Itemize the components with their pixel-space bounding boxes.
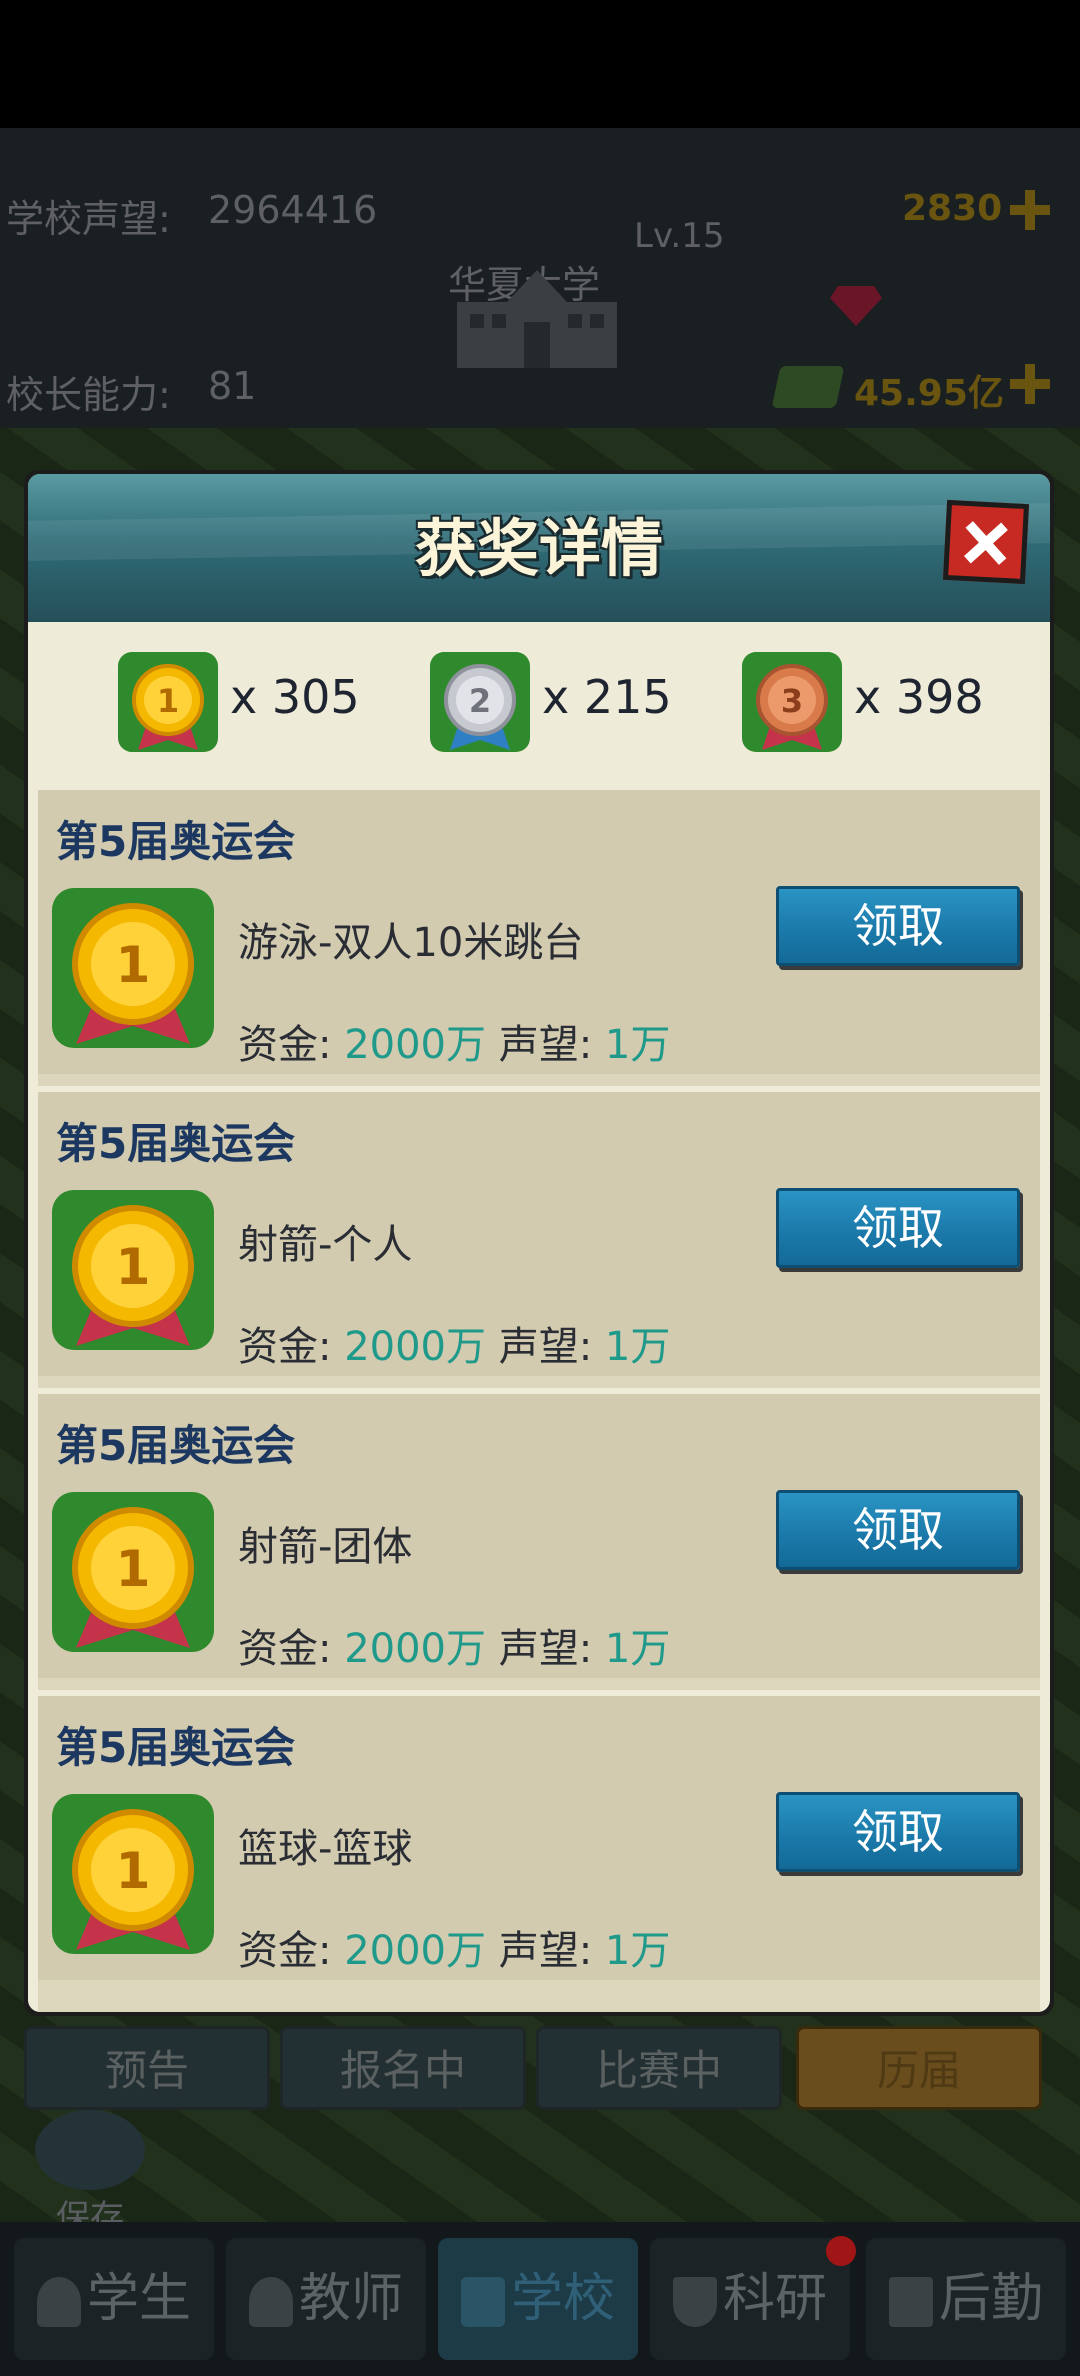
award-card: 第5届奥运会 1 篮球-篮球 资金: 2000万 声望: 1万 领取: [38, 1690, 1040, 1980]
games-title: 第5届奥运会: [56, 1421, 296, 1470]
save-button[interactable]: 保存: [28, 2110, 152, 2238]
claim-button[interactable]: 领取: [776, 1490, 1020, 1570]
award-list[interactable]: 第5届奥运会 1 游泳-双人10米跳台 资金: 2000万 声望: 1万 领取: [38, 784, 1040, 2012]
clipboard-icon: [888, 2277, 933, 2327]
school-building-icon[interactable]: [452, 262, 622, 372]
reputation-reward: 1万: [604, 1324, 671, 1370]
gold-count: x 305: [230, 670, 360, 724]
award-card: 第5届奥运会 1 射箭-团体 资金: 2000万 声望: 1万 领取: [38, 1388, 1040, 1678]
nav-logistics[interactable]: 后勤: [866, 2238, 1066, 2360]
silver-count: x 215: [542, 670, 672, 724]
student-icon: [36, 2277, 81, 2327]
claim-button[interactable]: 领取: [776, 886, 1020, 966]
reputation-reward: 1万: [604, 1022, 671, 1068]
reputation-reward: 1万: [604, 1626, 671, 1672]
reward-line: 资金: 2000万 声望: 1万: [238, 1022, 671, 1068]
games-title: 第5届奥运会: [56, 1723, 296, 1772]
gem-count: 2830: [902, 188, 1003, 229]
gold-medal-icon: 1: [52, 1794, 214, 1954]
games-title: 第5届奥运会: [56, 817, 296, 866]
bronze-medal-icon: 3: [742, 652, 842, 752]
reward-line: 资金: 2000万 声望: 1万: [238, 1928, 671, 1974]
reputation-label: 学校声望:: [6, 197, 171, 241]
bottom-navigation: 学生 教师 学校 科研 后勤: [0, 2222, 1080, 2376]
notification-badge: [826, 2236, 856, 2266]
gold-medal-icon: 1: [52, 888, 214, 1048]
school-icon: [460, 2277, 505, 2327]
gold-medal-icon: 1: [118, 652, 218, 752]
tab-in-progress[interactable]: 比赛中: [536, 2026, 782, 2110]
nav-students[interactable]: 学生: [14, 2238, 214, 2360]
save-icon: [35, 2110, 145, 2190]
ability-value: 81: [208, 364, 257, 408]
add-money-icon[interactable]: [1010, 364, 1050, 404]
close-button[interactable]: [942, 499, 1030, 585]
svg-text:1: 1: [116, 1842, 151, 1900]
dialog-title: 获奖详情: [414, 512, 663, 585]
fund-value: 2000万: [344, 1022, 486, 1068]
fund-value: 2000万: [344, 1626, 486, 1672]
svg-text:1: 1: [116, 1540, 151, 1598]
nav-research[interactable]: 科研: [650, 2238, 850, 2360]
claim-button[interactable]: 领取: [776, 1792, 1020, 1872]
money-count: 45.95亿: [854, 373, 1004, 414]
event-name: 游泳-双人10米跳台: [238, 920, 584, 966]
fund-value: 2000万: [344, 1324, 486, 1370]
reputation-value: 2964416: [208, 188, 378, 232]
gold-medal-icon: 1: [52, 1492, 214, 1652]
tab-registering[interactable]: 报名中: [280, 2026, 526, 2110]
event-name: 射箭-个人: [238, 1222, 413, 1268]
status-bar-area: [0, 0, 1080, 128]
svg-text:1: 1: [157, 682, 179, 720]
claim-button[interactable]: 领取: [776, 1188, 1020, 1268]
event-name: 射箭-团体: [238, 1524, 413, 1570]
svg-text:1: 1: [116, 1238, 151, 1296]
gold-medal-icon: 1: [52, 1190, 214, 1350]
bronze-summary: 3 x 398: [742, 652, 984, 752]
games-title: 第5届奥运会: [56, 1119, 296, 1168]
silver-summary: 2 x 215: [430, 652, 672, 752]
dialog-header: 获奖详情: [28, 474, 1050, 622]
event-name: 篮球-篮球: [238, 1826, 413, 1872]
bronze-count: x 398: [854, 670, 984, 724]
teacher-icon: [248, 2277, 293, 2327]
flask-icon: [672, 2277, 717, 2327]
reward-line: 资金: 2000万 声望: 1万: [238, 1324, 671, 1370]
fund-value: 2000万: [344, 1928, 486, 1974]
medal-summary: 1 x 305 2 x 215 3 x 398: [28, 622, 1050, 772]
svg-text:3: 3: [781, 682, 803, 720]
award-details-dialog: 获奖详情 1 x 305 2 x 215 3 x 398 第5届奥运会 1 游泳…: [24, 470, 1054, 2016]
svg-text:2: 2: [469, 682, 491, 720]
nav-teachers[interactable]: 教师: [226, 2238, 426, 2360]
award-card: 第5届奥运会 1 射箭-个人 资金: 2000万 声望: 1万 领取: [38, 1086, 1040, 1376]
gold-summary: 1 x 305: [118, 652, 360, 752]
tab-preview[interactable]: 预告: [24, 2026, 270, 2110]
reputation-reward: 1万: [604, 1928, 671, 1974]
gem-icon: [830, 286, 882, 326]
tab-history[interactable]: 历届: [796, 2026, 1042, 2110]
award-card: 第5届奥运会 1 游泳-双人10米跳台 资金: 2000万 声望: 1万 领取: [38, 784, 1040, 1074]
event-tabs: 预告 报名中 比赛中 历届: [24, 2026, 1044, 2112]
svg-text:1: 1: [116, 936, 151, 994]
nav-school[interactable]: 学校: [438, 2238, 638, 2360]
school-level: Lv.15: [634, 216, 725, 256]
ability-label: 校长能力:: [6, 373, 171, 417]
silver-medal-icon: 2: [430, 652, 530, 752]
money-icon: [771, 366, 845, 408]
add-gems-icon[interactable]: [1010, 190, 1050, 230]
reward-line: 资金: 2000万 声望: 1万: [238, 1626, 671, 1672]
